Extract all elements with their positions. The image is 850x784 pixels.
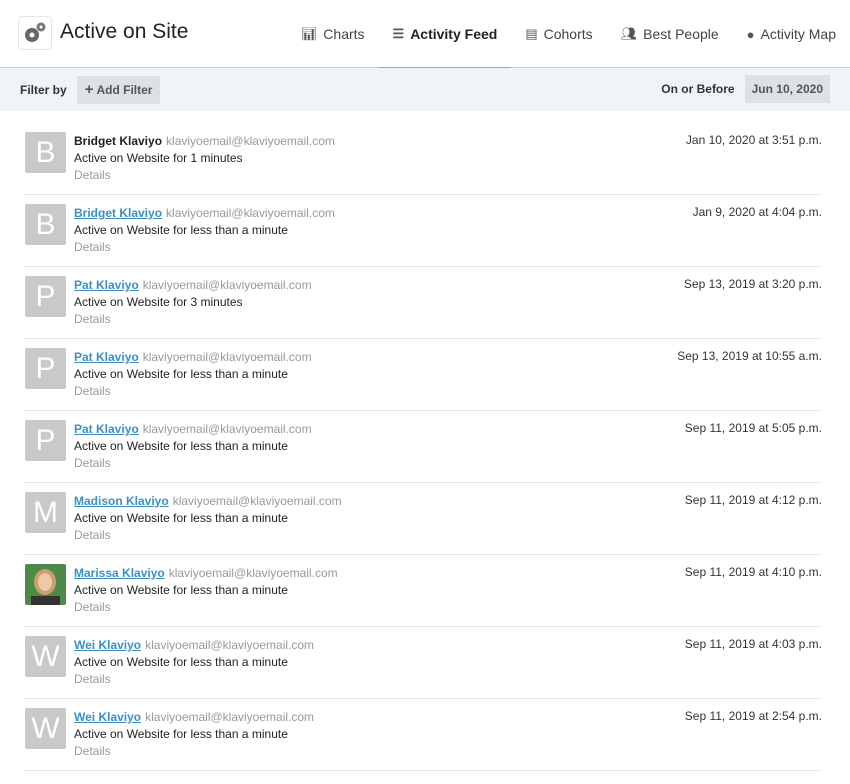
avatar: M (25, 492, 66, 533)
event-timestamp: Sep 11, 2019 at 4:10 p.m. (684, 565, 822, 579)
event-timestamp: Sep 11, 2019 at 4:12 p.m. (684, 493, 822, 507)
person-email: klaviyoemail@klaviyoemail.com (142, 422, 312, 436)
avatar: P (25, 276, 66, 317)
activity-text: Active on Website for less than a minute (74, 727, 288, 741)
event-timestamp: Jan 9, 2020 at 4:04 p.m. (692, 205, 822, 219)
feed-item: W Wei Klaviyo klaviyoemail@klaviyoemail.co… (24, 627, 822, 699)
activity-text: Active on Website for less than a minute (74, 583, 288, 597)
person-name-link[interactable]: Pat Klaviyo (74, 278, 139, 292)
avatar: W (25, 708, 66, 749)
person-email: klaviyoemail@klaviyoemail.com (145, 710, 315, 724)
details-link[interactable]: Details (74, 455, 312, 472)
person-email: klaviyoemail@klaviyoemail.com (142, 350, 312, 364)
details-link[interactable]: Details (74, 311, 312, 328)
person-email: klaviyoemail@klaviyoemail.com (172, 494, 342, 508)
person-email: klaviyoemail@klaviyoemail.com (145, 638, 315, 652)
date-picker-button[interactable]: Jun 10, 2020 (744, 75, 830, 103)
person-email: klaviyoemail@klaviyoemail.com (168, 566, 338, 580)
feed-item: M Madison Klaviyo klaviyoemail@klaviyoemai… (24, 483, 822, 555)
feed-item: W Wei Klaviyo klaviyoemail@klaviyoemail.co… (24, 699, 822, 771)
details-link[interactable]: Details (74, 527, 342, 544)
person-name-link[interactable]: Madison Klaviyo (74, 494, 169, 508)
activity-text: Active on Website for less than a minute (74, 511, 288, 525)
users-icon: 👥︎ (620, 26, 638, 41)
tab-activity-map[interactable]: ● Activity Map (733, 0, 850, 68)
tab-activity-feed[interactable]: ☰ Activity Feed (378, 0, 512, 69)
person-name-link[interactable]: Pat Klaviyo (74, 422, 139, 436)
event-timestamp: Sep 11, 2019 at 2:54 p.m. (684, 709, 822, 723)
feed-item: P Pat Klaviyo klaviyoemail@klaviyoemail.co… (24, 411, 822, 483)
details-link[interactable]: Details (74, 671, 314, 688)
person-name-link[interactable]: Wei Klaviyo (74, 638, 141, 652)
event-timestamp: Sep 11, 2019 at 4:03 p.m. (684, 637, 822, 651)
person-name-link: Bridget Klaviyo (74, 134, 163, 148)
activity-text: Active on Website for 1 minutes (74, 151, 243, 165)
person-name-link[interactable]: Marissa Klaviyo (74, 566, 165, 580)
bar-chart-icon: 📊︎ (300, 26, 318, 41)
avatar: P (25, 420, 66, 461)
activity-text: Active on Website for less than a minute (74, 223, 288, 237)
details-link[interactable]: Details (74, 167, 335, 184)
details-link[interactable]: Details (74, 743, 314, 760)
list-icon: ☰ (392, 26, 405, 41)
add-filter-button[interactable]: + Add Filter (76, 75, 161, 104)
feed-item: P Pat Klaviyo klaviyoemail@klaviyoemail.co… (24, 267, 822, 339)
tab-bar: 📊︎ Charts ☰ Activity Feed ▤ Cohorts 👥︎ Best Peo… (287, 0, 850, 69)
activity-text: Active on Website for 3 minutes (74, 295, 243, 309)
header: Active on Site 📊︎ Charts ☰ Activity Feed ▤ Co… (0, 0, 850, 69)
plus-icon: + (84, 81, 94, 98)
person-email: klaviyoemail@klaviyoemail.com (166, 134, 335, 148)
details-link[interactable]: Details (74, 239, 335, 256)
avatar: P (25, 348, 66, 389)
tab-best-people[interactable]: 👥︎ Best People (607, 0, 733, 68)
person-name-link[interactable]: Pat Klaviyo (74, 350, 139, 364)
person-email: klaviyoemail@klaviyoemail.com (166, 206, 335, 220)
feed-item: Marissa Klaviyo klaviyoemail@klaviyoemail… (24, 555, 822, 627)
details-link[interactable]: Details (74, 383, 312, 400)
tab-cohorts[interactable]: ▤ Cohorts (511, 0, 606, 68)
person-email: klaviyoemail@klaviyoemail.com (142, 278, 312, 292)
event-timestamp: Jan 10, 2020 at 3:51 p.m. (685, 133, 822, 147)
feed-item: P Pat Klaviyo klaviyoemail@klaviyoemail.co… (24, 339, 822, 411)
filter-bar: Filter by + Add Filter On or Before Jun 1… (0, 68, 850, 111)
avatar (25, 564, 66, 605)
feed-item: B Bridget Klaviyo klaviyoemail@klaviyoemai… (24, 123, 822, 195)
person-name-link[interactable]: Wei Klaviyo (74, 710, 141, 724)
event-timestamp: Sep 11, 2019 at 5:05 p.m. (684, 421, 822, 435)
filter-by-label: Filter by (20, 82, 67, 97)
server-icon: ▤ (525, 26, 538, 41)
person-name-link[interactable]: Bridget Klaviyo (74, 206, 162, 220)
details-link[interactable]: Details (74, 599, 338, 616)
on-or-before-label: On or Before (661, 82, 735, 96)
globe-icon: ● (746, 26, 755, 42)
activity-text: Active on Website for less than a minute (74, 439, 288, 453)
activity-text: Active on Website for less than a minute (74, 655, 288, 669)
event-timestamp: Sep 13, 2019 at 10:55 a.m. (677, 349, 822, 363)
tab-charts[interactable]: 📊︎ Charts (287, 0, 379, 68)
avatar: B (25, 132, 66, 173)
gears-icon (18, 16, 52, 50)
avatar: W (25, 636, 66, 677)
activity-feed: B Bridget Klaviyo klaviyoemail@klaviyoemai… (0, 111, 850, 771)
activity-text: Active on Website for less than a minute (74, 367, 288, 381)
event-timestamp: Sep 13, 2019 at 3:20 p.m. (683, 277, 822, 291)
avatar: B (25, 204, 66, 245)
feed-item: B Bridget Klaviyo klaviyoemail@klaviyoemai… (24, 195, 822, 267)
page-title: Active on Site (60, 20, 189, 43)
